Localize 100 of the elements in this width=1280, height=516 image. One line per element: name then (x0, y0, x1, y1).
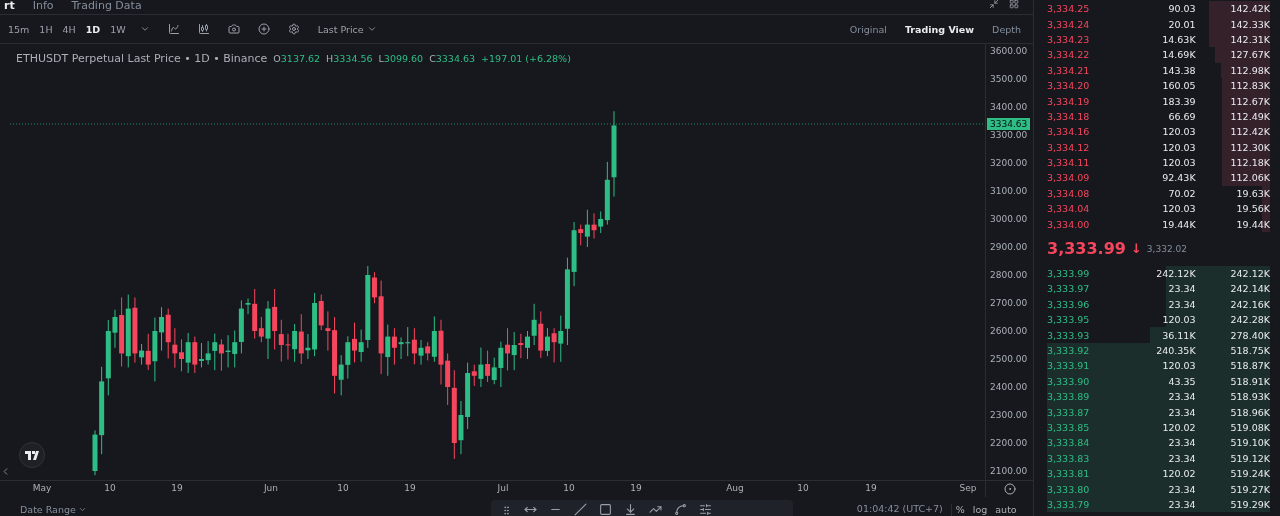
date-tick: 19 (404, 483, 416, 493)
order-book-row[interactable]: 3,333.85 120.02 519.08K (1047, 419, 1270, 436)
order-price: 3,334.16 (1047, 126, 1090, 138)
order-book-row[interactable]: 3,334.18 66.69 112.49K (1047, 108, 1270, 125)
order-book-row[interactable]: 3,333.92 240.35K 518.75K (1047, 342, 1270, 359)
order-amount: 120.02 (1162, 468, 1196, 480)
minimize-icon[interactable] (989, 0, 999, 9)
view-tab[interactable]: Original (845, 23, 891, 35)
date-tick: May (32, 483, 52, 493)
order-book-row[interactable]: 3,333.97 23.34 242.14K (1047, 281, 1270, 297)
order-total: 519.29K (1230, 498, 1270, 510)
order-price: 3,334.09 (1047, 172, 1090, 184)
order-book-row[interactable]: 3,333.91 120.03 518.87K (1047, 358, 1270, 374)
order-book-row[interactable]: 3,334.21 143.38 112.98K (1047, 62, 1270, 78)
scale-option[interactable]: log (968, 503, 992, 516)
order-amount: 120.03 (1162, 203, 1196, 215)
order-book-row[interactable]: 3,333.90 43.35 518.91K (1047, 373, 1270, 389)
panel-tab[interactable]: Info (32, 0, 54, 11)
curve-icon[interactable] (673, 503, 687, 516)
interval-tab[interactable]: 1W (110, 23, 126, 35)
order-total: 519.27K (1230, 483, 1270, 495)
order-book-row[interactable]: 3,334.04 120.03 19.56K (1047, 201, 1270, 217)
order-book-row[interactable]: 3,334.20 160.05 112.83K (1047, 77, 1270, 94)
price-tick: 2700.00 (990, 298, 1028, 308)
trend-icon[interactable] (648, 503, 662, 516)
order-amount: 23.34 (1168, 391, 1196, 403)
price-tick: 2300.00 (990, 410, 1028, 420)
order-price: 3,333.91 (1047, 360, 1090, 372)
order-price: 3,333.83 (1047, 452, 1090, 464)
order-book-row[interactable]: 3,334.16 120.03 112.42K (1047, 124, 1270, 140)
order-amount: 183.39 (1162, 95, 1196, 107)
view-tab[interactable]: Depth (988, 23, 1025, 35)
order-total: 518.93K (1230, 391, 1270, 403)
order-book-row[interactable]: 3,334.11 120.03 112.18K (1047, 154, 1270, 171)
order-amount: 20.01 (1168, 18, 1196, 30)
order-total: 518.96K (1230, 406, 1270, 418)
order-total: 242.14K (1230, 283, 1270, 295)
order-amount: 120.02 (1162, 421, 1196, 433)
order-book-row[interactable]: 3,334.08 70.02 19.63K (1047, 185, 1270, 202)
caret-icon (77, 505, 87, 514)
order-price: 3,334.00 (1047, 218, 1090, 230)
interval-tab[interactable]: 1H (39, 23, 53, 35)
target-icon[interactable] (1003, 483, 1016, 495)
order-book-row[interactable]: 3,333.79 23.34 519.29K (1047, 496, 1270, 513)
interval-tab[interactable]: 4H (62, 23, 76, 35)
order-book-row[interactable]: 3,333.84 23.34 519.10K (1047, 435, 1270, 451)
order-price: 3,334.25 (1047, 3, 1090, 15)
view-tab[interactable]: Trading View (900, 23, 979, 35)
order-total: 112.18K (1230, 157, 1270, 169)
order-price: 3,334.08 (1047, 187, 1090, 199)
order-amount: 14.69K (1162, 49, 1196, 61)
arrow-icon[interactable] (623, 503, 637, 516)
price-tick: 3600.00 (990, 46, 1028, 56)
order-total: 112.06K (1230, 172, 1270, 184)
panel-tab[interactable]: Trading Data (71, 0, 142, 11)
grid-icon[interactable] (1009, 0, 1019, 9)
order-book-row[interactable]: 3,333.81 120.02 519.24K (1047, 465, 1270, 482)
interval-tab[interactable]: 1D (85, 23, 101, 35)
order-total: 242.16K (1230, 298, 1270, 310)
sliders-icon[interactable] (698, 503, 712, 516)
order-book-row[interactable]: 3,333.83 23.34 519.12K (1047, 450, 1270, 466)
last-price-tag: 3334.63 (987, 118, 1031, 130)
order-price: 3,334.18 (1047, 110, 1090, 122)
date-tick: 19 (865, 483, 877, 493)
order-book-row[interactable]: 3,334.09 92.43K 112.06K (1047, 170, 1270, 186)
logo-icon[interactable] (19, 442, 45, 468)
order-total: 518.87K (1230, 360, 1270, 372)
interval-tab[interactable]: 15m (8, 23, 30, 35)
price-tick: 3000.00 (990, 214, 1028, 224)
scale-option[interactable]: % (951, 503, 969, 516)
order-book-row[interactable]: 3,333.96 23.34 242.16K (1047, 296, 1270, 313)
order-book-row[interactable]: 3,334.12 120.03 112.30K (1047, 139, 1270, 155)
order-total: 142.33K (1230, 18, 1270, 30)
scale-option[interactable]: auto (991, 503, 1021, 516)
trend-line-icon[interactable] (573, 503, 587, 516)
panel-tab[interactable]: rt (4, 0, 15, 11)
order-amount: 120.03 (1162, 360, 1196, 372)
order-book-row[interactable]: 3,333.95 120.03 242.28K (1047, 312, 1270, 328)
order-book-row[interactable]: 3,334.00 19.44K 19.44K (1047, 216, 1270, 232)
order-price: 3,333.89 (1047, 391, 1090, 403)
order-book-row[interactable]: 3,333.89 23.34 518.93K (1047, 389, 1270, 405)
price-tick: 3300.00 (990, 130, 1028, 140)
order-amount: 242.12K (1156, 268, 1196, 280)
order-book-row[interactable]: 3,333.80 23.34 519.27K (1047, 481, 1270, 497)
order-book-row[interactable]: 3,333.87 23.34 518.96K (1047, 404, 1270, 420)
order-book-row[interactable]: 3,334.19 183.39 112.67K (1047, 93, 1270, 109)
order-book-row[interactable]: 3,334.22 14.69K 127.67K (1047, 47, 1270, 63)
order-total: 142.42K (1230, 3, 1270, 15)
order-price: 3,333.95 (1047, 314, 1090, 326)
order-book-row[interactable]: 3,333.93 36.11K 278.40K (1047, 327, 1270, 343)
order-amount: 120.03 (1162, 141, 1196, 153)
price-source-dropdown[interactable]: Last Price (317, 23, 377, 35)
date-range-dropdown[interactable]: Date Range (20, 503, 87, 516)
order-book-row[interactable]: 3,334.23 14.63K 142.31K (1047, 31, 1270, 48)
order-book-row[interactable]: 3,333.99 242.12K 242.12K (1047, 265, 1270, 282)
rectangle-icon[interactable] (598, 503, 612, 516)
order-amount: 143.38 (1162, 64, 1196, 76)
order-book-row[interactable]: 3,334.24 20.01 142.33K (1047, 16, 1270, 32)
order-total: 242.28K (1230, 314, 1270, 326)
order-book-row[interactable]: 3,334.25 90.03 142.42K (1047, 1, 1270, 17)
